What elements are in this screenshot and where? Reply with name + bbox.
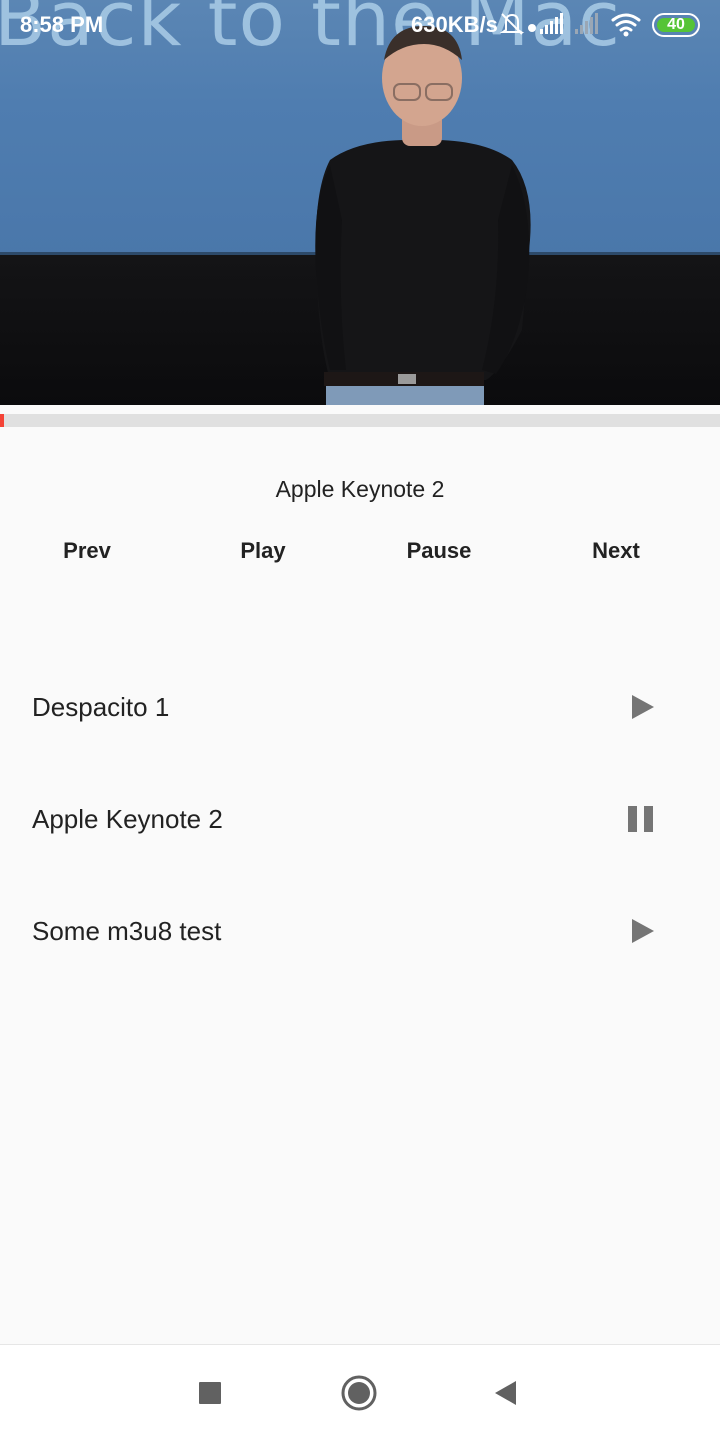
prev-button[interactable]: Prev (17, 538, 157, 564)
dot-icon (528, 24, 536, 32)
playback-controls: Prev Play Pause Next (0, 538, 720, 568)
playlist-item[interactable]: Despacito 1 (0, 651, 720, 763)
signal-icon (540, 13, 563, 34)
playlist-item-title: Apple Keynote 2 (32, 804, 223, 834)
video-player[interactable]: Back to the Mac (0, 0, 720, 405)
playlist-item[interactable]: Apple Keynote 2 (0, 763, 720, 875)
status-bar: 8:58 PM 630KB/s 40 (0, 0, 720, 50)
home-circle-icon[interactable] (339, 1373, 379, 1413)
recents-square-icon[interactable] (190, 1373, 230, 1413)
battery-icon: 40 (652, 13, 700, 37)
next-button[interactable]: Next (546, 538, 686, 564)
network-speed: 630KB/s (411, 12, 498, 37)
wifi-icon (611, 13, 641, 32)
video-progress-bar[interactable] (0, 414, 720, 427)
now-playing-title: Apple Keynote 2 (275, 476, 445, 502)
status-icons (500, 13, 641, 37)
system-nav-bar (0, 1344, 720, 1440)
play-icon[interactable] (616, 687, 664, 727)
pause-icon[interactable] (616, 799, 664, 839)
presenter-figure (315, 26, 531, 405)
back-triangle-icon[interactable] (486, 1373, 526, 1413)
playlist-item-title: Despacito 1 (32, 692, 170, 722)
signal-muted-icon (575, 13, 598, 34)
battery-level: 40 (667, 16, 685, 33)
playlist: Despacito 1 Apple Keynote 2 Some m3u8 te… (0, 651, 720, 987)
progress-played (0, 414, 4, 427)
playlist-item[interactable]: Some m3u8 test (0, 875, 720, 987)
play-button[interactable]: Play (193, 538, 333, 564)
alarm-off-icon (500, 13, 525, 35)
pause-button[interactable]: Pause (369, 538, 509, 564)
play-icon[interactable] (616, 911, 664, 951)
status-time: 8:58 PM (20, 12, 104, 37)
playlist-item-title: Some m3u8 test (32, 916, 222, 946)
